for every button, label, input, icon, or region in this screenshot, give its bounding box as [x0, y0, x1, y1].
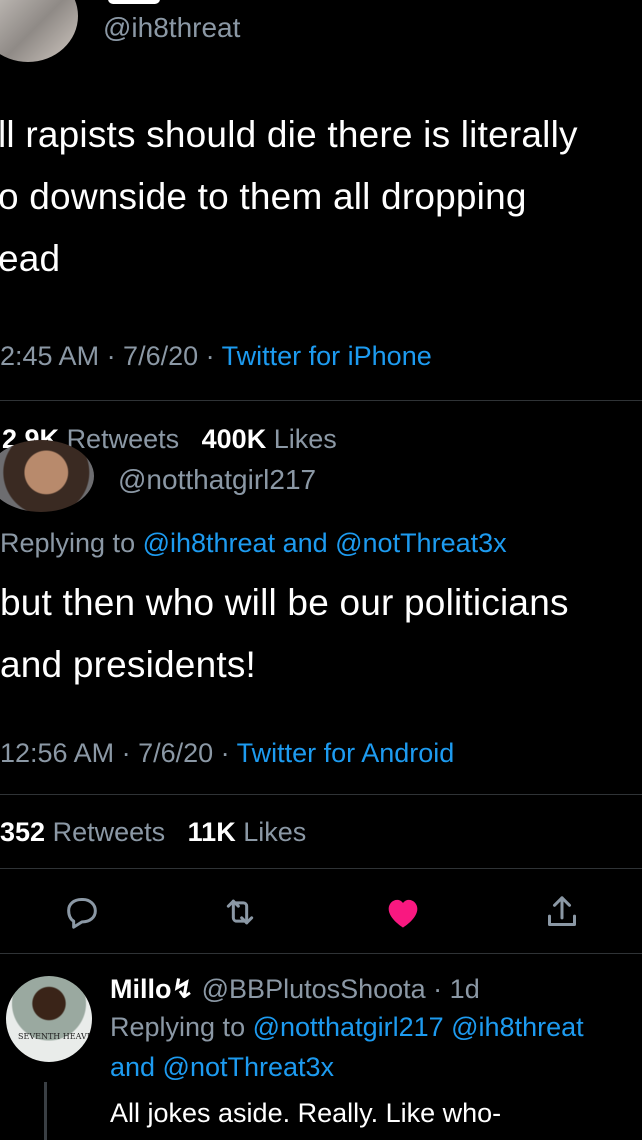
tweet1-text-line: o downside to them all dropping [0, 176, 527, 217]
tweet2-stats: 352 Retweets 11K Likes [0, 817, 306, 848]
tweet2-retweets-label: Retweets [52, 817, 166, 847]
divider [0, 794, 642, 795]
tweet1-likes-label: Likes [273, 424, 337, 454]
tweet2-text-line: and presidents! [0, 644, 257, 685]
avatar-notthatgirl217[interactable] [0, 440, 94, 512]
tweet2-time-date: 12:56 AM · 7/6/20 · [0, 738, 237, 768]
reply-name-symbol: ↯ [171, 974, 195, 1004]
avatar-ih8threat[interactable] [0, 0, 78, 62]
reply-replying-mentions[interactable]: @notthatgirl217 @ih8threat [253, 1012, 584, 1042]
tweet2-meta: 12:56 AM · 7/6/20 · Twitter for Android [0, 738, 454, 769]
tweet2-replying-prefix: Replying to [0, 528, 143, 558]
tweet2-likes[interactable]: 11K Likes [188, 817, 307, 847]
tweet2-retweets[interactable]: 352 Retweets [0, 817, 165, 847]
reply-display-name[interactable]: Millo↯ [110, 974, 194, 1004]
tweet2-likes-count: 11K [187, 817, 236, 847]
tweet2-handle[interactable]: @notthatgirl217 [118, 464, 316, 496]
name-dots [108, 0, 160, 4]
tweet1-time-date: 2:45 AM · 7/6/20 · [0, 341, 222, 371]
share-icon[interactable] [542, 892, 582, 932]
tweet1-text-line: ll rapists should die there is literally [0, 114, 578, 155]
tweet2-replying-to: Replying to @ih8threat and @notThreat3x [0, 528, 507, 559]
divider [0, 400, 642, 401]
divider [0, 953, 642, 954]
divider [0, 868, 642, 869]
tweet1-text: ll rapists should die there is literally… [0, 104, 578, 290]
tweet1-retweets-label: Retweets [66, 424, 180, 454]
reply-replying-mentions-line2[interactable]: and @notThreat3x [110, 1052, 334, 1083]
tweet2-replying-mentions[interactable]: @ih8threat and @notThreat3x [143, 528, 507, 558]
thread-line [44, 1082, 47, 1140]
tweet2-source-link[interactable]: Twitter for Android [237, 738, 455, 768]
reply-header: Millo↯ @BBPlutosShoota · 1d [110, 974, 480, 1005]
tweet2-text: but then who will be our politicians and… [0, 572, 569, 696]
tweet1-text-line: ead [0, 238, 61, 279]
reply-handle-time[interactable]: @BBPlutosShoota · 1d [202, 974, 480, 1004]
tweet1-source-link[interactable]: Twitter for iPhone [222, 341, 432, 371]
tweet1-meta: 2:45 AM · 7/6/20 · Twitter for iPhone [0, 341, 432, 372]
retweet-icon[interactable] [220, 892, 260, 932]
reply-icon[interactable] [62, 892, 102, 932]
reply-replying-to: Replying to @notthatgirl217 @ih8threat [110, 1012, 584, 1043]
reply-replying-prefix: Replying to [110, 1012, 253, 1042]
tweet1-likes[interactable]: 400K Likes [202, 424, 337, 454]
avatar-shirt-text: SEVENTH HEAVE [18, 1032, 92, 1041]
reply-name: Millo [110, 974, 172, 1004]
reply-text: All jokes aside. Really. Like who- [110, 1098, 502, 1128]
avatar-bbplutosshoota[interactable]: SEVENTH HEAVE [6, 976, 92, 1062]
heart-icon[interactable] [383, 892, 423, 932]
tweet2-retweets-count: 352 [0, 817, 46, 847]
tweet1-handle[interactable]: @ih8threat [103, 12, 240, 44]
tweet1-likes-count: 400K [201, 424, 267, 454]
tweet2-likes-label: Likes [243, 817, 307, 847]
tweet2-text-line: but then who will be our politicians [0, 582, 569, 623]
